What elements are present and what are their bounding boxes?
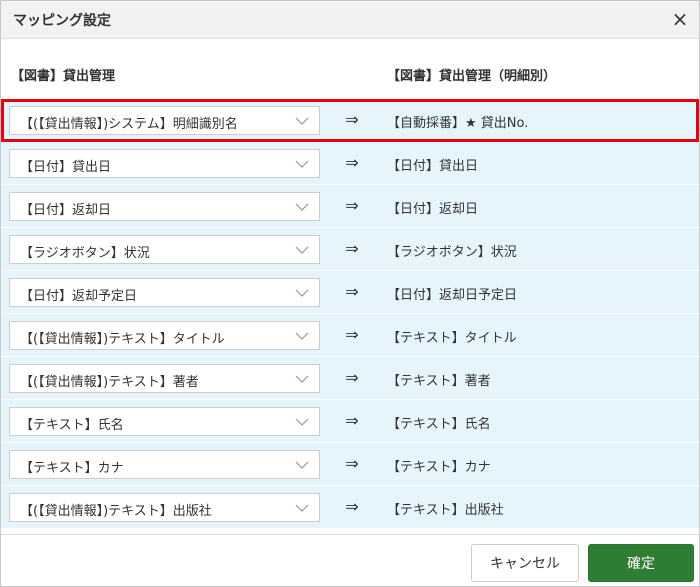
mapping-rows: 【(【貸出情報】)システム】明細識別名 ⇒ 【自動採番】★ 貸出No. 【日付】… — [1, 99, 699, 529]
right-double-arrow-icon: ⇒ — [345, 368, 359, 387]
source-field-select[interactable]: 【テキスト】氏名 — [9, 407, 320, 436]
chevron-down-icon — [295, 289, 309, 297]
source-field-value: 【(【貸出情報】)テキスト】タイトル — [20, 332, 225, 347]
target-field-label: 【テキスト】出版社 — [387, 503, 504, 518]
chevron-down-icon — [295, 461, 309, 469]
target-field-label: 【ラジオボタン】状況 — [387, 245, 517, 260]
target-field-label: 【日付】返却日予定日 — [387, 288, 518, 303]
source-field-select[interactable]: 【ラジオボタン】状況 — [9, 235, 320, 264]
source-field-select[interactable]: 【日付】返却予定日 — [9, 278, 320, 307]
target-field-label: 【日付】貸出日 — [387, 159, 479, 174]
source-field-select[interactable]: 【日付】返却日 — [9, 192, 320, 221]
source-field-select[interactable]: 【(【貸出情報】)テキスト】タイトル — [9, 321, 320, 350]
target-field-label: 【テキスト】氏名 — [387, 417, 491, 432]
right-double-arrow-icon: ⇒ — [345, 454, 359, 473]
target-field-label: 【テキスト】カナ — [387, 460, 491, 475]
source-field-value: 【日付】返却予定日 — [20, 289, 138, 304]
source-field-value: 【(【貸出情報】)システム】明細識別名 — [20, 117, 238, 132]
source-field-select[interactable]: 【(【貸出情報】)システム】明細識別名 — [9, 106, 320, 135]
close-icon[interactable]: × — [669, 7, 691, 31]
confirm-button[interactable]: 確定 — [588, 544, 694, 582]
target-field-label: 【日付】返却日 — [387, 202, 479, 217]
target-column-header: 【図書】貸出管理（明細別） — [387, 69, 557, 84]
dialog-titlebar: マッピング設定 × — [1, 1, 699, 39]
mapping-row: 【日付】返却予定日 ⇒ 【日付】返却日予定日 — [1, 271, 699, 314]
source-field-value: 【テキスト】氏名 — [20, 418, 124, 433]
source-field-value: 【(【貸出情報】)テキスト】著者 — [20, 375, 199, 390]
right-double-arrow-icon: ⇒ — [345, 196, 359, 215]
chevron-down-icon — [295, 160, 309, 168]
source-field-value: 【(【貸出情報】)テキスト】出版社 — [20, 504, 212, 519]
mapping-row: 【日付】貸出日 ⇒ 【日付】貸出日 — [1, 142, 699, 185]
right-double-arrow-icon: ⇒ — [345, 497, 359, 516]
source-field-select[interactable]: 【(【貸出情報】)テキスト】著者 — [9, 364, 320, 393]
source-field-select[interactable]: 【テキスト】カナ — [9, 450, 320, 479]
source-field-value: 【日付】返却日 — [20, 203, 112, 218]
chevron-down-icon — [295, 418, 309, 426]
mapping-settings-dialog: マッピング設定 × 【図書】貸出管理 【図書】貸出管理（明細別） 【(【貸出情報… — [0, 0, 700, 587]
chevron-down-icon — [295, 246, 309, 254]
target-field-label: 【自動採番】★ 貸出No. — [387, 116, 529, 131]
mapping-row: 【日付】返却日 ⇒ 【日付】返却日 — [1, 185, 699, 228]
right-double-arrow-icon: ⇒ — [345, 411, 359, 430]
dialog-title: マッピング設定 — [13, 13, 111, 29]
source-field-select[interactable]: 【日付】貸出日 — [9, 149, 320, 178]
chevron-down-icon — [295, 375, 309, 383]
source-field-value: 【テキスト】カナ — [20, 461, 124, 476]
right-double-arrow-icon: ⇒ — [345, 110, 359, 129]
mapping-row: 【テキスト】カナ ⇒ 【テキスト】カナ — [1, 443, 699, 486]
right-double-arrow-icon: ⇒ — [345, 153, 359, 172]
target-field-label: 【テキスト】著者 — [387, 374, 491, 389]
chevron-down-icon — [295, 504, 309, 512]
right-double-arrow-icon: ⇒ — [345, 282, 359, 301]
right-double-arrow-icon: ⇒ — [345, 239, 359, 258]
cancel-button[interactable]: キャンセル — [471, 544, 579, 582]
source-field-select[interactable]: 【(【貸出情報】)テキスト】出版社 — [9, 493, 320, 522]
mapping-row: 【(【貸出情報】)テキスト】タイトル ⇒ 【テキスト】タイトル — [1, 314, 699, 357]
chevron-down-icon — [295, 332, 309, 340]
source-field-value: 【日付】貸出日 — [20, 160, 112, 175]
chevron-down-icon — [295, 203, 309, 211]
source-column-header: 【図書】貸出管理 — [11, 69, 116, 84]
target-field-label: 【テキスト】タイトル — [387, 331, 517, 346]
mapping-row: 【(【貸出情報】)テキスト】出版社 ⇒ 【テキスト】出版社 — [1, 486, 699, 529]
mapping-row: 【(【貸出情報】)テキスト】著者 ⇒ 【テキスト】著者 — [1, 357, 699, 400]
chevron-down-icon — [295, 117, 309, 125]
mapping-row: 【ラジオボタン】状況 ⇒ 【ラジオボタン】状況 — [1, 228, 699, 271]
mapping-row: 【テキスト】氏名 ⇒ 【テキスト】氏名 — [1, 400, 699, 443]
dialog-footer: キャンセル 確定 — [1, 534, 699, 586]
mapping-row: 【(【貸出情報】)システム】明細識別名 ⇒ 【自動採番】★ 貸出No. — [1, 99, 699, 142]
source-field-value: 【ラジオボタン】状況 — [20, 246, 150, 261]
right-double-arrow-icon: ⇒ — [345, 325, 359, 344]
